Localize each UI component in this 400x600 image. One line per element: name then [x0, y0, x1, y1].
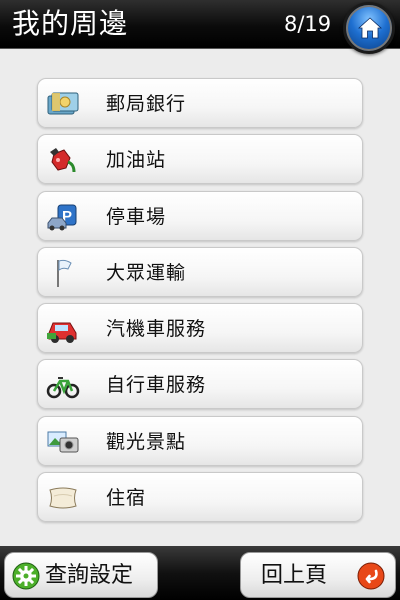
- bank-money-icon: [47, 92, 79, 115]
- list-item-car-service[interactable]: 汽機車服務: [37, 303, 363, 354]
- list-item-gas-station[interactable]: 加油站: [37, 134, 363, 185]
- category-list: 郵局銀行 加油站 P 停車場 大眾運輸 汽機車服務 自行車服務 觀光景點 住宿: [37, 78, 363, 528]
- gas-pump-icon: [50, 148, 76, 173]
- bicycle-icon: [46, 377, 80, 399]
- list-item-lodging[interactable]: 住宿: [37, 472, 363, 523]
- flag-icon: [57, 259, 72, 287]
- home-icon: [358, 17, 382, 39]
- page-counter: 8/19: [284, 12, 332, 36]
- back-label: 回上頁: [261, 563, 328, 588]
- page-title: 我的周邊: [12, 7, 129, 40]
- pillow-icon: [49, 487, 77, 509]
- car-service-icon: [47, 322, 77, 344]
- search-settings-label: 查詢設定: [45, 563, 134, 588]
- title-bar: 我的周邊 8/19: [0, 0, 400, 54]
- photo-camera-icon: [47, 431, 79, 453]
- back-button[interactable]: 回上頁: [240, 552, 396, 598]
- list-item-bank[interactable]: 郵局銀行: [37, 78, 363, 128]
- bottom-toolbar: 查詢設定 回上頁: [0, 546, 400, 600]
- list-item-label: 住宿: [106, 487, 147, 510]
- search-settings-button[interactable]: 查詢設定: [4, 552, 158, 598]
- list-item-label: 自行車服務: [106, 374, 207, 397]
- list-item-label: 郵局銀行: [106, 93, 187, 115]
- parking-icon: P: [47, 204, 77, 231]
- list-item-label: 停車場: [106, 205, 167, 228]
- list-item-label: 觀光景點: [106, 430, 187, 453]
- gear-icon: [12, 562, 40, 590]
- list-item-label: 大眾運輸: [106, 261, 187, 284]
- list-item-tourist-spots[interactable]: 觀光景點: [37, 415, 363, 466]
- list-item-label: 加油站: [106, 149, 167, 172]
- list-item-label: 汽機車服務: [106, 318, 207, 341]
- list-item-bicycle-service[interactable]: 自行車服務: [37, 359, 363, 410]
- list-item-parking[interactable]: P 停車場: [37, 190, 363, 241]
- home-button[interactable]: [343, 2, 395, 54]
- list-item-public-transport[interactable]: 大眾運輸: [37, 246, 363, 297]
- back-arrow-icon: [357, 562, 385, 590]
